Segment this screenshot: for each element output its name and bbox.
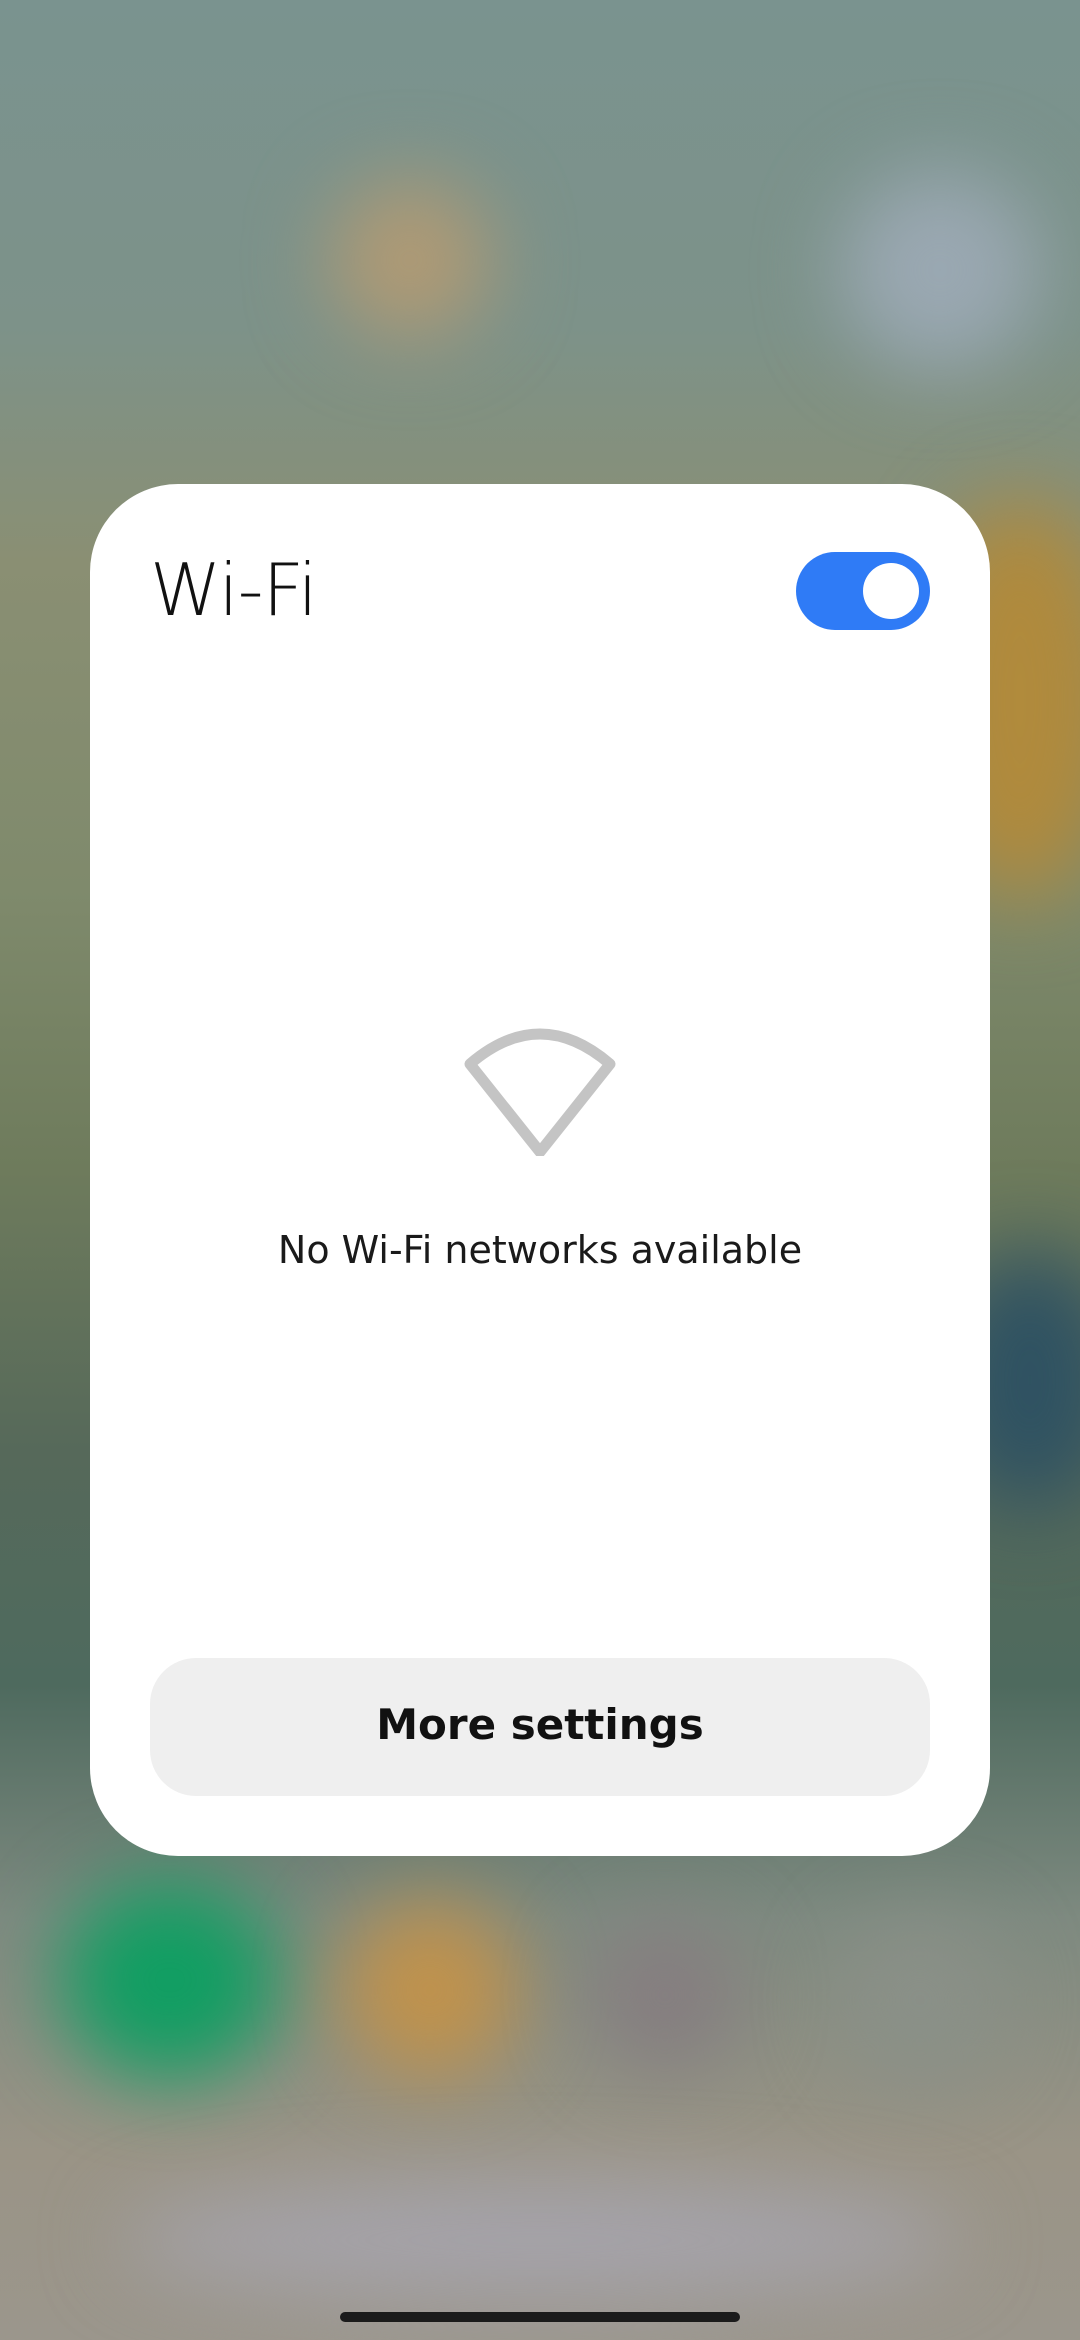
wallpaper-blob xyxy=(120,2180,960,2300)
wallpaper-blob xyxy=(330,180,490,340)
home-indicator[interactable] xyxy=(340,2312,740,2322)
screen: Wi-Fi No Wi-Fi networks available More s… xyxy=(0,0,1080,2340)
toggle-knob xyxy=(863,563,919,619)
wallpaper-blob xyxy=(840,170,1040,370)
wallpaper-blob xyxy=(340,1900,520,2080)
more-settings-button[interactable]: More settings xyxy=(150,1658,930,1796)
more-settings-label: More settings xyxy=(376,1700,704,1749)
wifi-panel: Wi-Fi No Wi-Fi networks available More s… xyxy=(90,484,990,1856)
wifi-toggle[interactable] xyxy=(796,552,930,630)
panel-title: Wi-Fi xyxy=(150,548,318,632)
wallpaper-blob xyxy=(590,1920,740,2070)
empty-message: No Wi-Fi networks available xyxy=(277,1228,803,1272)
wifi-empty-icon xyxy=(464,1028,616,1156)
wallpaper-blob xyxy=(60,1880,280,2080)
wallpaper-blob xyxy=(840,1920,1000,2080)
